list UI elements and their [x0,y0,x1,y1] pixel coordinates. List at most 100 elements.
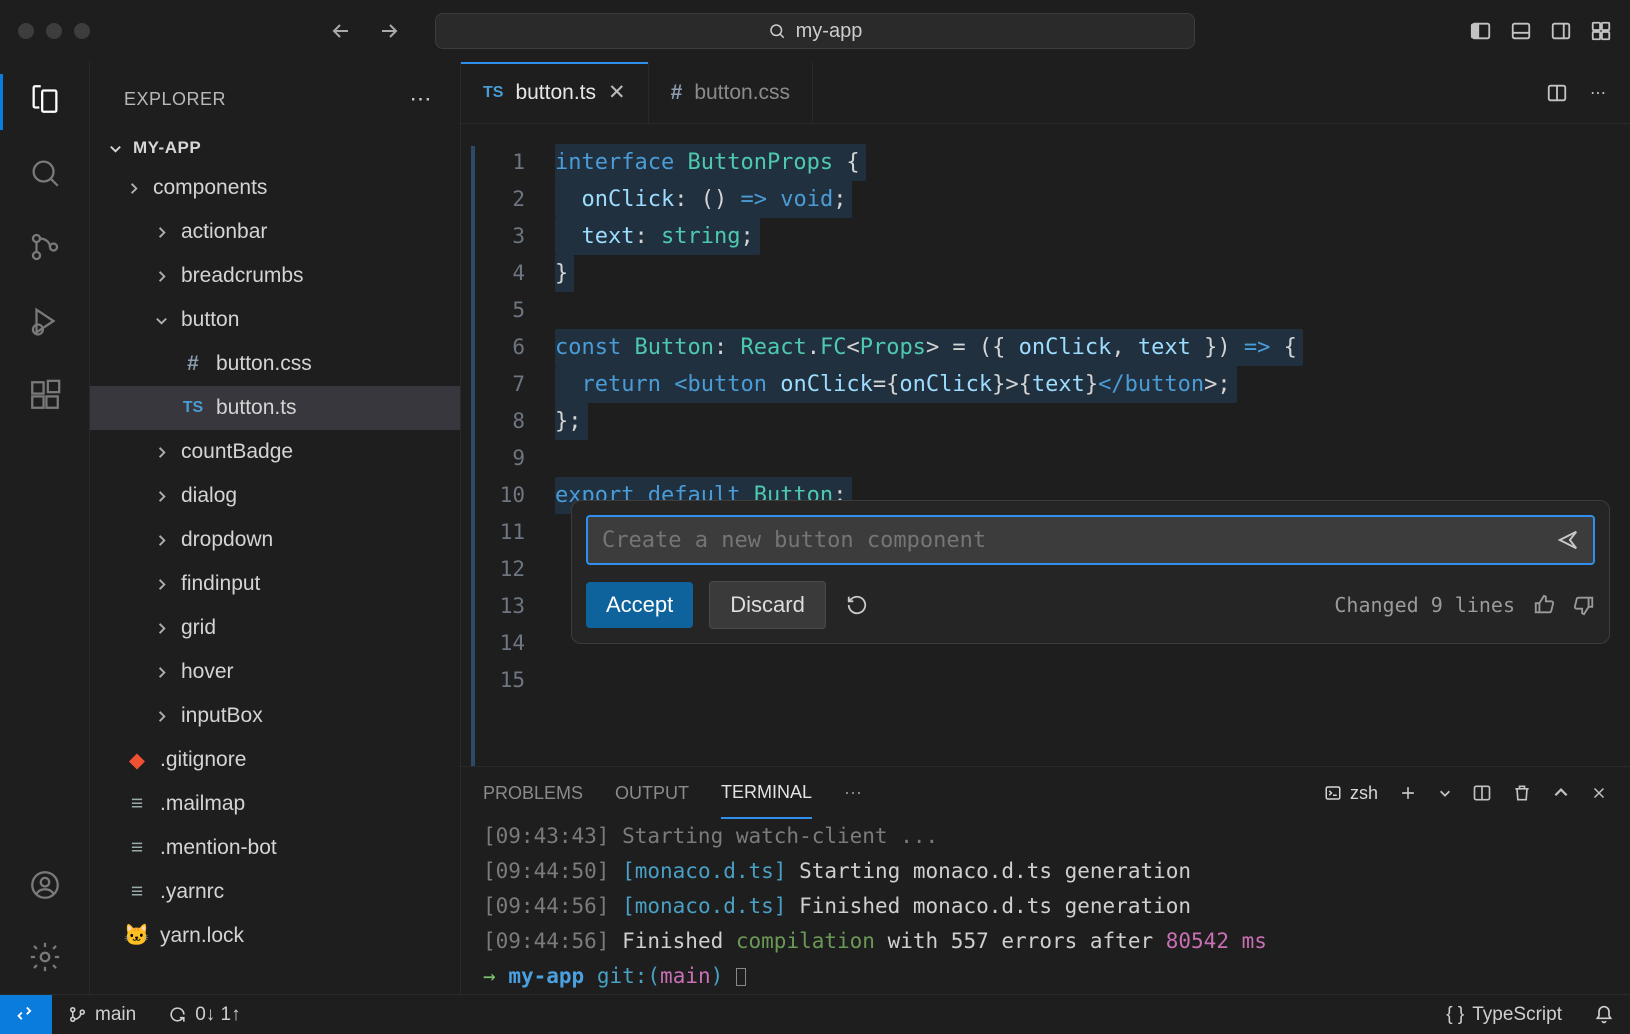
window-controls [18,23,90,39]
status-language[interactable]: { } TypeScript [1430,1004,1578,1026]
tree-file[interactable]: 🐱yarn.lock [90,914,460,958]
editor-more-icon[interactable]: ⋯ [1590,83,1606,103]
back-icon[interactable] [329,19,353,43]
tree-folder[interactable]: actionbar [90,210,460,254]
text-file-icon: ≡ [126,880,148,904]
tree-folder[interactable]: hover [90,650,460,694]
editor[interactable]: 123456789101112131415 interface ButtonPr… [461,124,1630,766]
close-window[interactable] [18,23,34,39]
tree-label: actionbar [181,220,267,244]
close-panel-icon[interactable] [1590,784,1608,802]
send-icon[interactable] [1557,529,1579,551]
accept-button[interactable]: Accept [586,582,693,628]
tree-folder[interactable]: dialog [90,474,460,518]
tree-folder[interactable]: breadcrumbs [90,254,460,298]
tree-file[interactable]: ≡.mention-bot [90,826,460,870]
source-control-icon[interactable] [28,230,62,264]
panel-tabs: PROBLEMS OUTPUT TERMINAL ⋯ zsh [461,767,1630,819]
sidebar-more-icon[interactable]: ⋯ [410,86,433,112]
tree-label: inputBox [181,704,263,728]
forward-icon[interactable] [377,19,401,43]
new-terminal-icon[interactable] [1398,783,1418,803]
accounts-icon[interactable] [28,868,62,902]
maximize-panel-icon[interactable] [1552,784,1570,802]
code-area[interactable]: interface ButtonProps { onClick: () => v… [555,124,1630,766]
panel-tab-terminal[interactable]: TERMINAL [721,768,812,819]
tree-label: .gitignore [160,748,246,772]
tree-label: findinput [181,572,260,596]
tree-label: dropdown [181,528,273,552]
tab-label: button.ts [515,81,596,105]
thumbs-down-icon[interactable] [1573,594,1595,616]
tree-file[interactable]: ≡ .mailmap [90,782,460,826]
toggle-left-panel-icon[interactable] [1470,20,1492,42]
folder-root-label: MY-APP [133,138,201,158]
kill-terminal-icon[interactable] [1512,783,1532,803]
search-activity-icon[interactable] [28,156,62,190]
minimize-window[interactable] [46,23,62,39]
close-tab-icon[interactable]: ✕ [608,80,626,105]
command-center-title: my-app [796,20,863,43]
command-center[interactable]: my-app [435,13,1195,49]
discard-button[interactable]: Discard [709,581,826,629]
terminal-output[interactable]: [09:43:43] Starting watch-client ...[09:… [461,819,1630,994]
activity-indicator [0,74,3,130]
tree-file[interactable]: TSbutton.ts [90,386,460,430]
tree-folder[interactable]: findinput [90,562,460,606]
tree-folder[interactable]: inputBox [90,694,460,738]
terminal-dropdown-icon[interactable] [1438,786,1452,800]
panel-tab-problems[interactable]: PROBLEMS [483,769,583,818]
editor-tabs: TSbutton.ts✕#button.css ⋯ [461,62,1630,124]
inline-chat-input[interactable] [602,528,1557,553]
settings-gear-icon[interactable] [28,940,62,974]
split-terminal-icon[interactable] [1472,783,1492,803]
rerun-icon[interactable] [842,594,868,616]
explorer-icon[interactable] [28,82,62,116]
tree-folder[interactable]: button [90,298,460,342]
folder-root[interactable]: MY-APP [90,132,460,164]
customize-layout-icon[interactable] [1590,20,1612,42]
inline-chat-panel: Accept Discard Changed 9 lines [571,500,1610,644]
status-sync-label: 0↓ 1↑ [195,1004,240,1026]
thumbs-up-icon[interactable] [1533,594,1555,616]
tree-folder[interactable]: dropdown [90,518,460,562]
bottom-panel: PROBLEMSOUTPUTTERMINAL ⋯ zsh [09:43:43] [461,766,1630,994]
tree-label: button.css [216,352,312,376]
tree-label: grid [181,616,216,640]
extensions-icon[interactable] [28,378,62,412]
git-file-icon: ◆ [126,748,148,773]
editor-tab[interactable]: TSbutton.ts✕ [461,62,649,123]
status-notifications[interactable] [1578,1004,1630,1026]
sidebar-title: EXPLORER [124,89,226,110]
status-branch-name: main [95,1004,136,1026]
tree-folder[interactable]: countBadge [90,430,460,474]
maximize-window[interactable] [74,23,90,39]
remote-indicator[interactable] [0,995,52,1034]
statusbar: main 0↓ 1↑ { } TypeScript [0,994,1630,1034]
toggle-bottom-panel-icon[interactable] [1510,20,1532,42]
tree-file[interactable]: ≡ .yarnrc [90,870,460,914]
editor-tab[interactable]: #button.css [649,62,813,123]
toggle-right-panel-icon[interactable] [1550,20,1572,42]
tree-label: .yarnrc [160,880,224,904]
tree-file[interactable]: #button.css [90,342,460,386]
split-editor-icon[interactable] [1546,82,1568,104]
text-file-icon: ≡ [126,792,148,816]
tree-label: .mailmap [160,792,245,816]
tree-label: button [181,308,239,332]
run-debug-icon[interactable] [28,304,62,338]
tree-folder[interactable]: components [90,166,460,210]
tree-file[interactable]: ◆ .gitignore [90,738,460,782]
status-branch[interactable]: main [52,1004,152,1026]
status-language-label: TypeScript [1472,1004,1562,1026]
status-sync[interactable]: 0↓ 1↑ [152,1004,256,1026]
sidebar: EXPLORER ⋯ MY-APP components actionbar bre… [90,62,460,994]
panel-tab-output[interactable]: OUTPUT [615,769,689,818]
panel-more-icon[interactable]: ⋯ [844,783,862,804]
tree-label: components [153,176,267,200]
tree-label: hover [181,660,234,684]
activity-bar [0,62,90,994]
tree-folder[interactable]: grid [90,606,460,650]
terminal-shell-selector[interactable]: zsh [1324,783,1378,804]
css-file-icon: # [671,81,683,105]
